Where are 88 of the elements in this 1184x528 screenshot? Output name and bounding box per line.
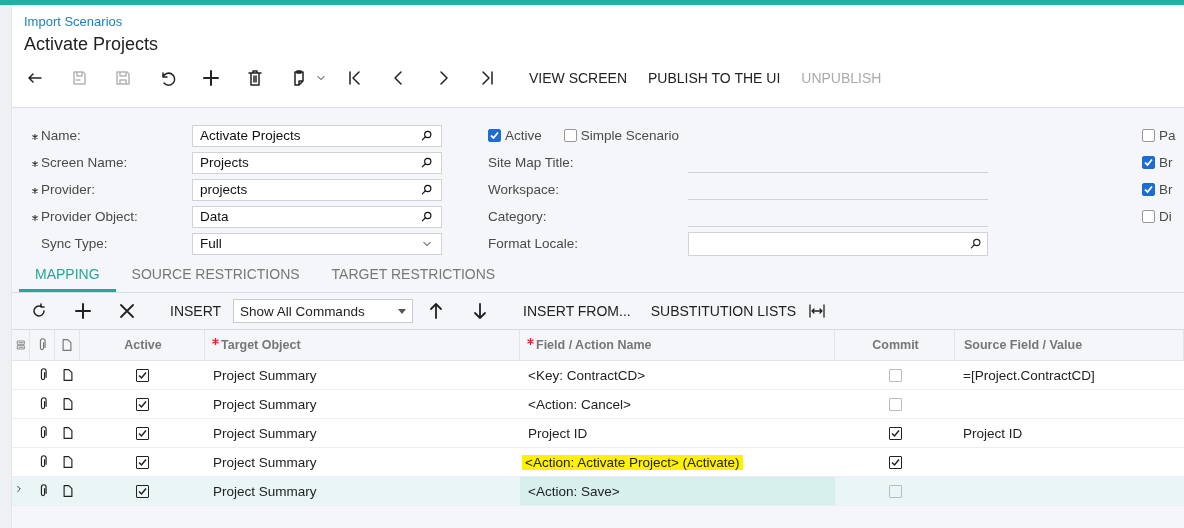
dropdown[interactable]: Full (192, 232, 442, 255)
checkbox[interactable] (563, 129, 577, 142)
column-header[interactable]: Source Field / Value (955, 330, 1184, 361)
page-title: Activate Projects (24, 34, 159, 55)
document-icon (60, 484, 75, 498)
tab[interactable]: TARGET RESTRICTIONS (315, 258, 512, 292)
field-label: Workspace: (488, 182, 561, 197)
field-label: Category: (488, 209, 548, 224)
field-label: Provider: (41, 182, 96, 197)
add-icon (74, 302, 92, 320)
fit-width-icon (808, 302, 827, 320)
checkbox[interactable] (136, 368, 149, 382)
field-label: Name: (41, 128, 81, 143)
lookup-field[interactable]: Projects (192, 151, 442, 174)
insert-button[interactable]: INSERT (162, 299, 234, 323)
breadcrumb-link[interactable]: Import Scenarios (24, 14, 123, 29)
lookup-field[interactable]: Data (192, 205, 442, 228)
lookup-field[interactable]: projects (192, 178, 442, 201)
checkbox[interactable] (136, 426, 149, 440)
checkbox[interactable] (1142, 183, 1155, 196)
required-icon (527, 338, 534, 345)
command-filter-dropdown[interactable]: Show All Commands (233, 299, 414, 323)
close-icon (118, 302, 136, 320)
column-header[interactable]: Commit (835, 330, 955, 361)
field-label: Format Locale: (488, 236, 580, 251)
checkbox[interactable] (888, 484, 902, 498)
required-icon (32, 160, 38, 167)
checkbox-label: Simple Scenario (580, 128, 680, 143)
search-icon (420, 209, 434, 224)
toolbar-button[interactable]: PUBLISH TO THE UI (641, 66, 788, 90)
checkbox-label: Br (1159, 182, 1173, 197)
column-header[interactable]: Target Object (205, 330, 520, 361)
document-icon (60, 368, 75, 382)
search-icon (420, 128, 434, 143)
table-cell: Project Summary (205, 477, 520, 506)
checkbox-label: Active (505, 128, 542, 143)
save-icon (70, 69, 88, 87)
table-cell: <Action: Save> (520, 477, 835, 506)
checkbox[interactable] (1142, 129, 1155, 142)
checkbox[interactable] (888, 368, 902, 382)
checkbox-label: Di (1159, 209, 1172, 224)
checkbox[interactable] (136, 484, 149, 498)
checkbox[interactable] (1142, 156, 1155, 169)
grid-toolbar-button[interactable]: SUBSTITUTION LISTS (642, 299, 809, 323)
table-cell: Project Summary (205, 361, 520, 390)
field-label: Screen Name: (41, 155, 128, 170)
document-icon (60, 426, 75, 440)
field-label: Sync Type: (41, 236, 108, 251)
field-label: Site Map Title: (488, 155, 575, 170)
table-cell: <Action: Cancel> (520, 390, 835, 419)
table-cell: Project Summary (205, 419, 520, 448)
checkbox-label: Br (1159, 155, 1173, 170)
toolbar-button[interactable]: VIEW SCREEN (522, 66, 634, 90)
search-icon (969, 236, 983, 251)
table-cell: Project Summary (205, 390, 520, 419)
checkbox[interactable] (888, 426, 902, 440)
checkbox[interactable] (488, 129, 501, 142)
save-icon (114, 69, 132, 87)
table-cell: Project ID (955, 419, 1184, 448)
document-icon (60, 455, 75, 469)
add-icon (202, 69, 220, 87)
search-icon (420, 182, 434, 197)
required-icon (32, 214, 38, 221)
row-settings-icon (14, 339, 27, 351)
checkbox[interactable] (1142, 210, 1155, 223)
tab[interactable]: SOURCE RESTRICTIONS (115, 258, 316, 292)
trash-icon (246, 69, 264, 87)
required-icon (32, 187, 38, 194)
required-icon (32, 133, 38, 140)
search-icon (420, 155, 434, 170)
column-header[interactable]: Field / Action Name (520, 330, 835, 361)
lookup-field[interactable]: Activate Projects (192, 124, 442, 147)
column-header[interactable]: Active (80, 330, 205, 361)
lookup-field[interactable] (688, 231, 988, 256)
refresh-icon (30, 302, 48, 320)
checkbox[interactable] (136, 397, 149, 411)
document-icon (60, 397, 75, 411)
grid-toolbar-button[interactable]: INSERT FROM... (515, 299, 643, 323)
checkbox[interactable] (136, 455, 149, 469)
checkbox-label: Pa (1159, 128, 1176, 143)
table-cell: <Key: ContractCD> (520, 361, 835, 390)
document-icon (60, 338, 74, 352)
table-cell: Project ID (520, 419, 835, 448)
checkbox[interactable] (888, 397, 902, 411)
table-cell: =[Project.ContractCD] (955, 361, 1184, 390)
checkbox[interactable] (888, 455, 902, 469)
field-label: Provider Object: (41, 209, 138, 224)
required-icon (212, 338, 219, 345)
